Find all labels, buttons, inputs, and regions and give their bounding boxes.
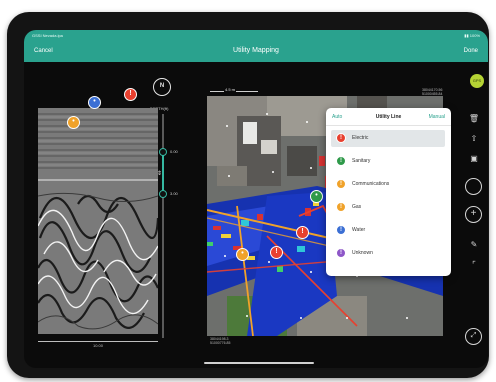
option-label: Electric [352,135,369,141]
warning-icon: ! [336,248,346,258]
status-bar-battery: ▮▮ 100% [464,33,480,38]
page-title: Utility Mapping [233,47,279,54]
map-pin-sanitary[interactable]: • [310,190,323,203]
coord-northing-bottom: 51000776.85 [210,341,231,345]
map-pin-electric-2[interactable]: ! [270,246,283,259]
ruler-icon[interactable]: ⌜ [468,260,480,269]
export-icon[interactable]: ▣ [468,154,480,163]
slider-bottom-value: 3.00 [170,191,178,196]
radargram-view[interactable] [38,108,158,334]
trash-icon[interactable]: 🗑 [468,114,480,123]
option-label: Unknown [352,250,373,256]
map-coords-bottom-left: 38044198.3 51000776.85 [210,337,230,345]
flame-icon: • [241,250,244,257]
utility-line-popover: Auto Utility Line Manual ! Electric ! Sa… [326,108,451,276]
warning-icon: ! [336,225,346,235]
map-scale-label: 4.5 m [224,87,237,92]
radargram-pin-gas[interactable]: • [67,116,80,129]
add-icon[interactable]: + [465,206,482,223]
app-screen: GSSI Nevada.ipa ▮▮ 100% Cancel Utility M… [24,30,488,368]
warning-icon: ! [336,156,346,166]
share-icon[interactable]: ⇧ [468,134,480,143]
cable-icon: • [315,192,318,199]
warning-icon: ! [336,202,346,212]
warning-icon: ! [336,133,346,143]
slider-bottom-handle[interactable] [159,190,167,198]
option-water[interactable]: ! Water [331,222,445,239]
option-sanitary[interactable]: ! Sanitary [331,153,445,170]
radargram-pin-electric[interactable]: ! [124,88,137,101]
option-electric[interactable]: ! Electric [331,130,445,147]
slider-range [162,152,164,194]
warning-icon: ! [129,90,132,97]
swap-icon[interactable]: ⇕ [157,170,162,177]
warning-icon: ! [336,179,346,189]
status-bar-app: GSSI Nevada.ipa [32,33,63,38]
map-pin-gas[interactable]: • [236,248,249,261]
option-label: Sanitary [352,158,371,164]
popover-header: Auto Utility Line Manual [326,108,451,126]
option-label: Water [352,227,366,233]
record-icon[interactable] [465,178,482,195]
status-bar: GSSI Nevada.ipa ▮▮ 100% [24,30,488,41]
scale-bar-line [38,341,158,342]
warning-icon: ! [301,228,304,235]
done-button[interactable]: Done [464,48,478,54]
map-pin-electric-1[interactable]: ! [296,226,309,239]
radargram-pin-water[interactable]: • [88,96,101,109]
option-label: Communications [352,181,390,187]
map-scale-bar: 4.5 m [210,87,258,96]
water-drop-icon: • [93,98,96,105]
depth-slider[interactable]: 0.00 ⇕ 3.00 [157,114,188,338]
option-communications[interactable]: ! Communications [331,176,445,193]
radargram-image [38,108,158,334]
option-label: Gas [352,204,362,210]
tab-manual[interactable]: Manual [429,114,445,120]
radargram-scale-bar: 10.00 [38,339,158,348]
expand-icon[interactable]: ⤢ [465,328,482,345]
slider-top-value: 0.00 [170,149,178,154]
radargram-scale-label: 10.00 [92,343,103,348]
compass-icon[interactable]: N [153,78,171,96]
gps-button[interactable]: GPS [470,74,484,88]
option-unknown[interactable]: ! Unknown [331,245,445,262]
slider-top-handle[interactable] [159,148,167,156]
draw-icon[interactable]: ✎ [468,240,480,249]
home-indicator [204,362,314,364]
navigation-bar: Cancel Utility Mapping Done [24,41,488,62]
option-gas[interactable]: ! Gas [331,199,445,216]
tablet-device: GSSI Nevada.ipa ▮▮ 100% Cancel Utility M… [7,12,489,378]
warning-icon: ! [275,248,278,255]
map-coords-top-right: 38044170.56 51000455.84 [422,88,442,96]
flame-icon: • [72,118,75,125]
